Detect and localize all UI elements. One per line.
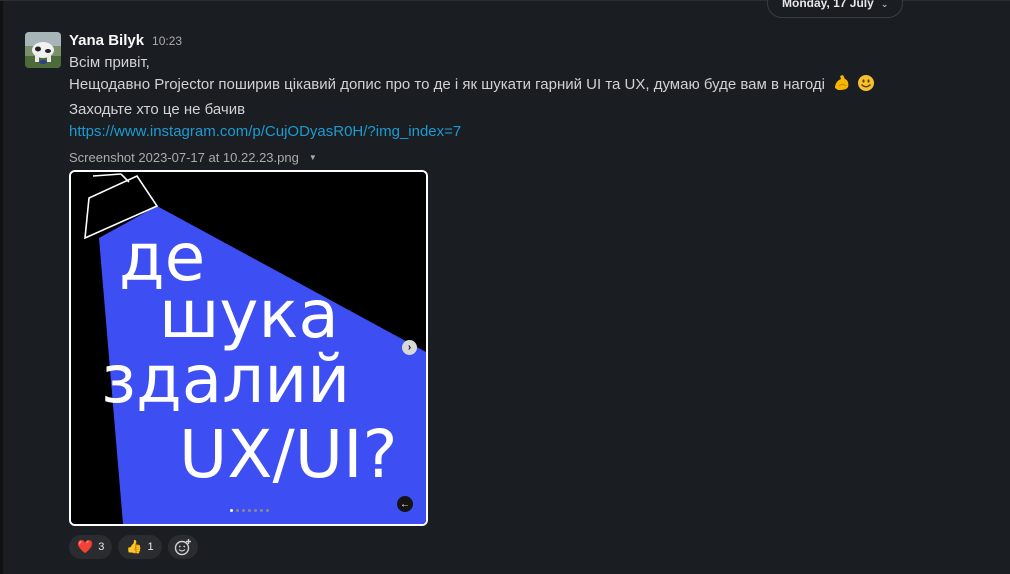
add-reaction-button[interactable] [167, 535, 198, 559]
carousel-dot[interactable] [230, 509, 233, 512]
carousel-dot[interactable] [236, 509, 239, 512]
message-line: Нещодавно Projector поширив цікавий допи… [69, 76, 826, 93]
caret-down-icon[interactable]: ▼ [309, 153, 317, 162]
reaction-thumbs-up[interactable]: 👍 1 [118, 535, 162, 559]
carousel-dot[interactable] [242, 509, 245, 512]
date-divider-button[interactable]: Monday, 17 July ⌄ [767, 0, 904, 18]
author-name[interactable]: Yana Bilyk [69, 32, 144, 49]
image-attachment[interactable]: де шука здалий UX/UI? [69, 170, 428, 526]
avatar-image [25, 32, 61, 68]
image-text-line: здалий [101, 341, 350, 418]
message-line: Заходьте хто це не бачив [69, 101, 246, 118]
carousel-dot[interactable] [248, 509, 251, 512]
message-line-with-emoji: Нещодавно Projector поширив цікавий допи… [69, 74, 989, 99]
window-edge [0, 0, 3, 574]
image-text-line: UX/UI? [179, 416, 398, 493]
link-line: https://www.instagram.com/p/CujODyasR0H/… [69, 121, 989, 143]
reaction-count: 1 [147, 541, 154, 553]
carousel-dot[interactable] [260, 509, 263, 512]
message-line: Всім привіт, [69, 54, 150, 71]
back-arrow-icon[interactable]: ← [397, 496, 413, 512]
attachment-image: де шука здалий UX/UI? [71, 172, 426, 524]
file-name[interactable]: Screenshot 2023-07-17 at 10.22.23.png [69, 150, 299, 165]
reactions-bar: ❤️ 3 👍 1 [69, 535, 198, 559]
avatar[interactable] [25, 32, 61, 68]
carousel-next-icon[interactable]: › [402, 340, 417, 355]
smiling-face-icon [857, 74, 875, 99]
reaction-count: 3 [98, 541, 105, 553]
date-divider-label: Monday, 17 July [782, 0, 874, 10]
reaction-heart[interactable]: ❤️ 3 [69, 535, 113, 559]
flexed-biceps-icon [833, 74, 851, 99]
carousel-dots [230, 509, 269, 512]
thumbs-up-icon: 👍 [126, 539, 143, 554]
message: Yana Bilyk 10:23 Всім привіт, Нещодавно … [69, 32, 989, 167]
carousel-dot[interactable] [254, 509, 257, 512]
chevron-down-icon: ⌄ [880, 0, 889, 9]
message-header: Yana Bilyk 10:23 [69, 32, 989, 52]
file-attachment-header: Screenshot 2023-07-17 at 10.22.23.png ▼ [69, 147, 989, 167]
instagram-link[interactable]: https://www.instagram.com/p/CujODyasR0H/… [69, 123, 461, 140]
red-heart-icon: ❤️ [77, 539, 94, 554]
add-reaction-icon [174, 539, 191, 556]
carousel-dot[interactable] [266, 509, 269, 512]
message-timestamp[interactable]: 10:23 [152, 34, 182, 48]
